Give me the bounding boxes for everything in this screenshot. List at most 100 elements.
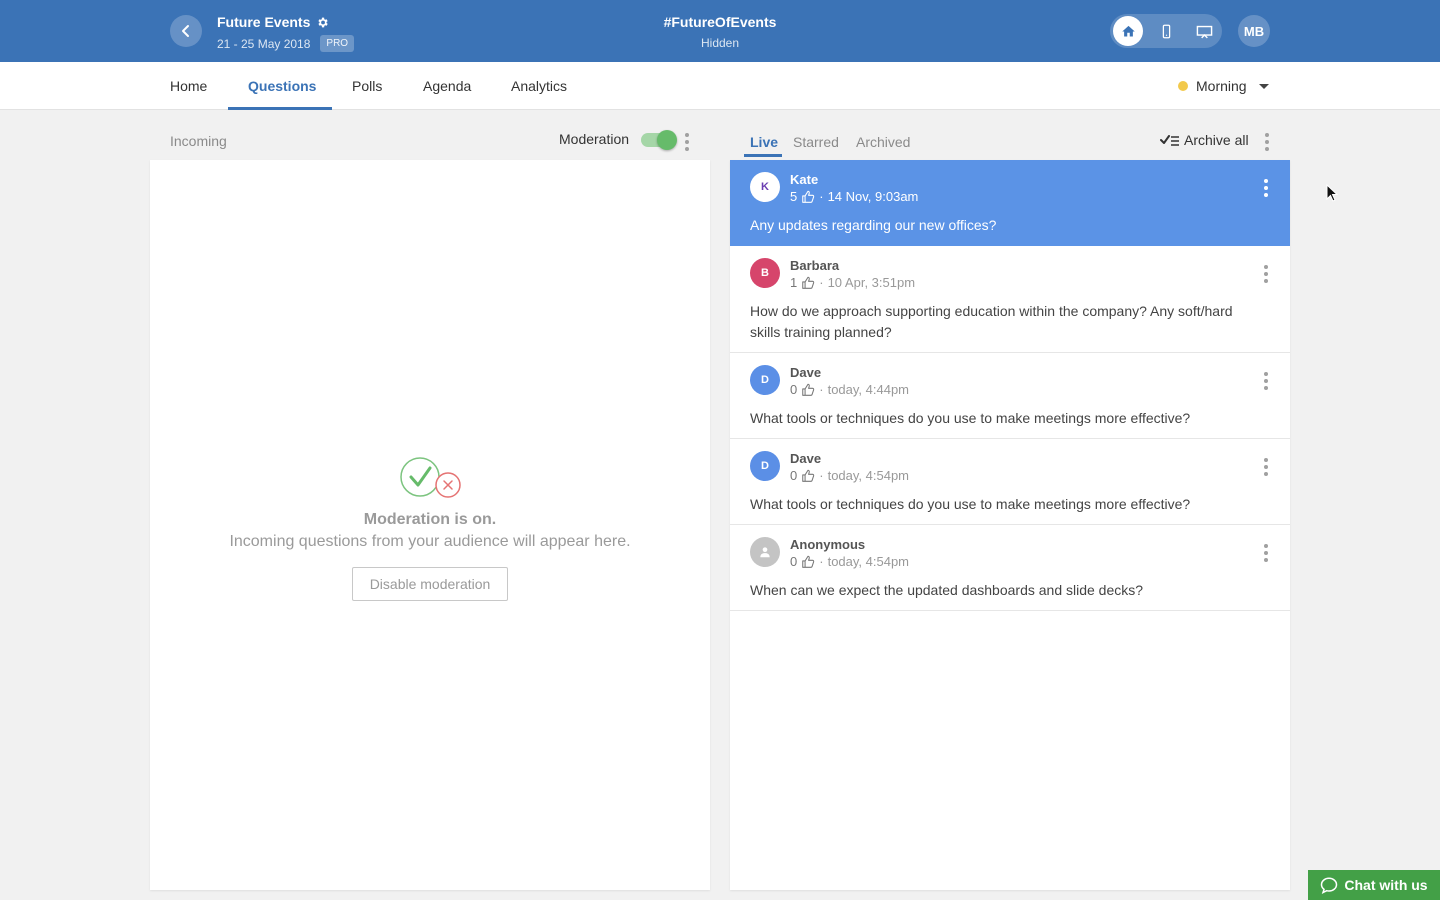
empty-state-subtitle: Incoming questions from your audience wi… xyxy=(229,533,631,550)
like-count: 5 xyxy=(790,189,798,204)
questions-more-menu[interactable] xyxy=(1265,133,1269,151)
tab-agenda[interactable]: Agenda xyxy=(423,62,471,110)
avatar: B xyxy=(750,258,780,288)
check-list-icon xyxy=(1160,135,1179,146)
incoming-more-menu[interactable] xyxy=(685,133,689,151)
top-header: Future Events 21 - 25 May 2018 PRO #Futu… xyxy=(0,0,1440,62)
caret-down-icon xyxy=(1258,83,1269,89)
meta-separator: · xyxy=(819,382,824,397)
question-text: When can we expect the updated dashboard… xyxy=(750,582,1144,598)
moderation-check-icon xyxy=(400,457,461,498)
chat-with-us-button[interactable]: Chat with us xyxy=(1308,870,1440,900)
meta-separator: · xyxy=(819,189,824,204)
question-author: Dave xyxy=(790,451,822,466)
empty-state-title: Moderation is on. xyxy=(363,511,497,528)
home-icon xyxy=(1121,25,1135,36)
presentation-icon xyxy=(1196,25,1212,38)
toggle-knob xyxy=(657,130,677,150)
event-hashtag: #FutureOfEvents xyxy=(663,14,777,30)
question-more-menu[interactable] xyxy=(1264,544,1268,562)
question-meta: 5 · 14 Nov, 9:03am xyxy=(790,189,918,204)
mouse-pointer-icon xyxy=(1326,184,1338,202)
question-more-menu[interactable] xyxy=(1264,179,1268,197)
question-text: What tools or techniques do you use to m… xyxy=(750,496,1191,512)
question-author: Kate xyxy=(790,172,819,187)
thumbs-up-icon[interactable] xyxy=(801,383,815,396)
mode-presentation-button[interactable] xyxy=(1189,16,1219,46)
tab-live[interactable]: Live xyxy=(750,134,778,150)
question-item[interactable]: B Barbara 1 · 10 Apr, 3:51pm How do we a… xyxy=(730,246,1290,353)
question-time: 14 Nov, 9:03am xyxy=(827,189,919,204)
meta-separator: · xyxy=(819,468,824,483)
view-mode-switch xyxy=(1110,14,1222,48)
chat-bubble-icon xyxy=(1321,877,1338,894)
thumbs-up-icon[interactable] xyxy=(801,276,815,289)
question-more-menu[interactable] xyxy=(1264,458,1268,476)
question-meta: 0 · today, 4:54pm xyxy=(790,554,909,569)
like-count: 0 xyxy=(790,468,798,483)
tab-analytics[interactable]: Analytics xyxy=(511,62,567,110)
avatar: D xyxy=(750,365,780,395)
question-item[interactable]: Anonymous 0 · today, 4:54pm When can we … xyxy=(730,525,1290,611)
visibility-status: Hidden xyxy=(700,36,740,50)
anonymous-user-icon xyxy=(760,547,770,558)
session-dropdown[interactable]: Morning xyxy=(1178,62,1269,110)
moderation-label: Moderation xyxy=(559,131,630,147)
mode-mobile-button[interactable] xyxy=(1151,16,1181,46)
mode-home-button[interactable] xyxy=(1113,16,1143,46)
tab-starred[interactable]: Starred xyxy=(793,134,839,150)
tab-polls[interactable]: Polls xyxy=(352,62,382,110)
archive-all-button[interactable]: Archive all xyxy=(1160,132,1249,148)
question-author: Barbara xyxy=(790,258,840,273)
back-button[interactable] xyxy=(170,15,202,47)
avatar: K xyxy=(750,172,780,202)
meta-separator: · xyxy=(819,554,824,569)
like-count: 1 xyxy=(790,275,798,290)
chevron-left-icon xyxy=(182,25,189,37)
active-subtab-indicator xyxy=(744,154,782,157)
like-count: 0 xyxy=(790,382,798,397)
question-item[interactable]: D Dave 0 · today, 4:54pm What tools or t… xyxy=(730,439,1290,525)
event-title: Future Events xyxy=(217,14,329,30)
question-item[interactable]: K Kate 5 · 14 Nov, 9:03am Any updates re… xyxy=(730,160,1290,246)
question-item[interactable]: D Dave 0 · today, 4:44pm What tools or t… xyxy=(730,353,1290,439)
question-time: today, 4:44pm xyxy=(827,382,909,397)
question-more-menu[interactable] xyxy=(1264,265,1268,283)
session-status-dot xyxy=(1178,81,1188,91)
avatar xyxy=(750,537,780,567)
like-count: 0 xyxy=(790,554,798,569)
main-nav: Home Questions Polls Agenda Analytics Mo… xyxy=(0,62,1440,110)
incoming-panel: Moderation is on. Incoming questions fro… xyxy=(150,160,710,890)
questions-panel: K Kate 5 · 14 Nov, 9:03am Any updates re… xyxy=(730,160,1290,890)
event-subtitle: 21 - 25 May 2018 PRO xyxy=(217,35,355,52)
thumbs-up-icon[interactable] xyxy=(801,190,815,203)
user-avatar[interactable]: MB xyxy=(1238,15,1270,47)
question-time: today, 4:54pm xyxy=(827,468,909,483)
moderation-toggle[interactable] xyxy=(641,130,677,150)
incoming-heading: Incoming xyxy=(170,133,227,149)
tab-home[interactable]: Home xyxy=(170,62,207,110)
avatar: D xyxy=(750,451,780,481)
tab-archived[interactable]: Archived xyxy=(856,134,910,150)
question-author: Anonymous xyxy=(790,537,866,552)
gear-icon[interactable] xyxy=(316,16,329,29)
question-time: 10 Apr, 3:51pm xyxy=(827,275,916,290)
question-meta: 0 · today, 4:44pm xyxy=(790,382,909,397)
session-label: Morning xyxy=(1196,78,1247,94)
question-more-menu[interactable] xyxy=(1264,372,1268,390)
question-text: What tools or techniques do you use to m… xyxy=(750,410,1191,426)
active-tab-indicator xyxy=(228,107,332,110)
meta-separator: · xyxy=(819,275,824,290)
disable-moderation-button[interactable]: Disable moderation xyxy=(352,567,508,601)
event-dates: 21 - 25 May 2018 xyxy=(217,36,311,51)
tab-questions[interactable]: Questions xyxy=(248,62,316,110)
event-name: Future Events xyxy=(217,14,311,30)
question-meta: 1 · 10 Apr, 3:51pm xyxy=(790,275,915,290)
question-text: How do we approach supporting education … xyxy=(750,303,1233,340)
question-text: Any updates regarding our new offices? xyxy=(750,217,997,233)
thumbs-up-icon[interactable] xyxy=(801,555,815,568)
question-time: today, 4:54pm xyxy=(827,554,909,569)
chat-label: Chat with us xyxy=(1344,877,1428,893)
thumbs-up-icon[interactable] xyxy=(801,469,815,482)
question-meta: 0 · today, 4:54pm xyxy=(790,468,909,483)
